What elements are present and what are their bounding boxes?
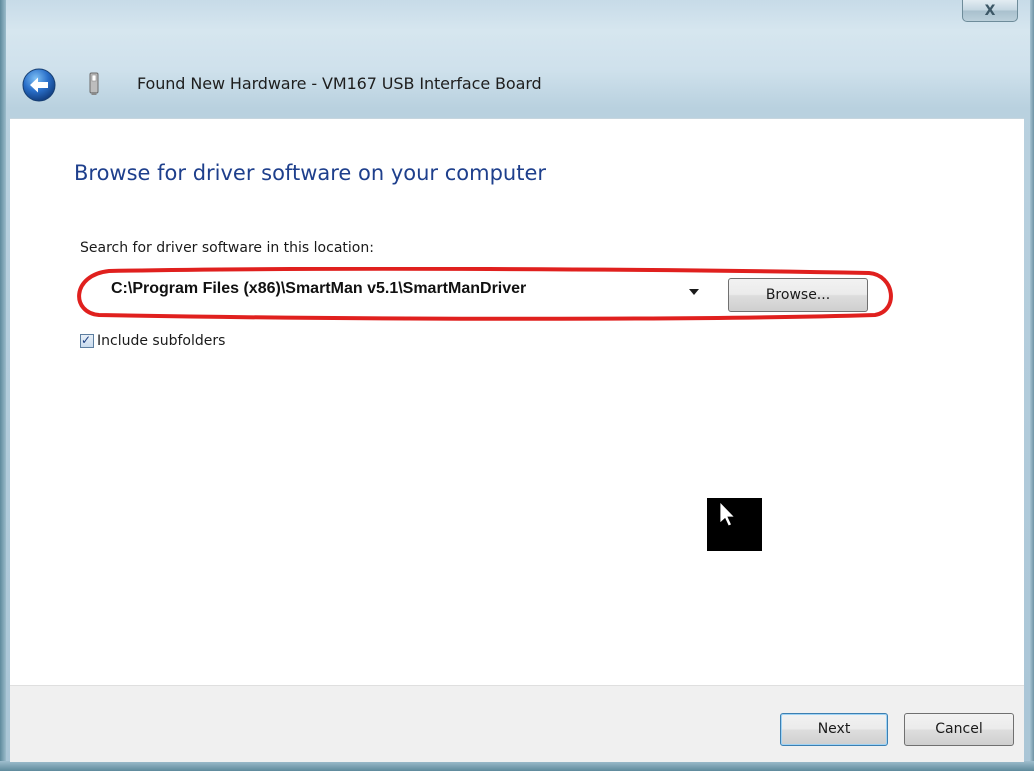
window-frame-bottom [0, 761, 1034, 771]
chevron-down-icon [689, 289, 699, 295]
close-button[interactable]: X [962, 0, 1018, 22]
checkmark-icon: ✓ [81, 333, 92, 347]
next-button[interactable]: Next [780, 713, 888, 746]
page-heading: Browse for driver software on your compu… [74, 161, 547, 185]
back-button[interactable] [22, 68, 56, 102]
wizard-window: X Found New Hardware - VM167 USB Interfa… [0, 0, 1034, 771]
include-subfolders-checkbox[interactable]: ✓ [80, 333, 94, 348]
window-frame-left [0, 0, 6, 771]
driver-path-combobox[interactable]: C:\Program Files (x86)\SmartMan v5.1\Sma… [86, 275, 708, 305]
close-icon: X [984, 3, 996, 19]
path-dropdown-button[interactable] [684, 280, 704, 300]
browse-button[interactable]: Browse... [728, 278, 868, 312]
back-arrow-icon [22, 68, 56, 102]
search-location-label: Search for driver software in this locat… [80, 240, 374, 256]
window-title: Found New Hardware - VM167 USB Interface… [137, 74, 542, 93]
wizard-content: Browse for driver software on your compu… [10, 118, 1024, 685]
mouse-pointer-icon [719, 501, 736, 527]
wizard-footer: Next Cancel [10, 685, 1024, 762]
usb-device-icon [88, 72, 100, 96]
window-frame-right [1030, 0, 1034, 771]
mouse-cursor-area [707, 498, 762, 551]
driver-path-value: C:\Program Files (x86)\SmartMan v5.1\Sma… [111, 280, 527, 297]
include-subfolders-label[interactable]: Include subfolders [97, 331, 225, 351]
cancel-button[interactable]: Cancel [904, 713, 1014, 746]
